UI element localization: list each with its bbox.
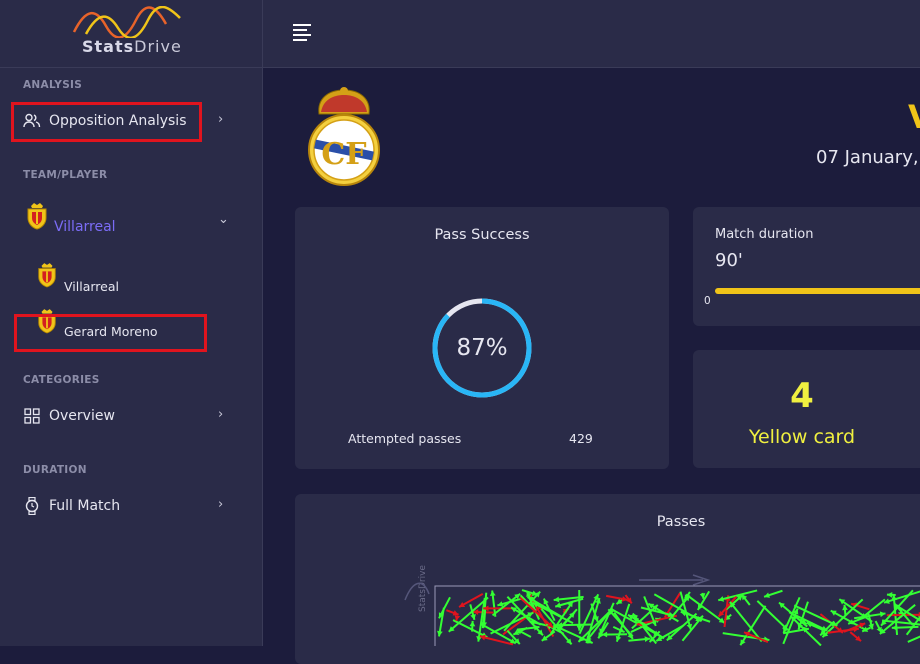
yellow-card-count: 4 [693, 376, 911, 416]
match-duration-bar [715, 288, 920, 294]
highlight-box-player [14, 314, 207, 352]
pass-map [403, 570, 920, 646]
section-categories: CATEGORIES [23, 374, 100, 386]
chevron-right-icon[interactable]: › [218, 497, 223, 512]
pass-success-card: Pass Success 87% Attempted passes 429 [295, 207, 669, 469]
sub-item-villarreal[interactable]: Villarreal [64, 279, 119, 294]
real-madrid-crest-icon: CF [305, 86, 383, 188]
attack-direction-arrow [639, 575, 708, 585]
match-duration-bar-fill [715, 288, 920, 294]
chevron-down-icon[interactable]: ⌄ [218, 212, 229, 227]
match-duration-title: Match duration [715, 227, 814, 242]
brand-name: StatsDrive [82, 37, 182, 56]
page-title: V [908, 98, 920, 136]
pass-success-title: Pass Success [295, 227, 669, 243]
nav-overview-label: Overview [49, 408, 115, 424]
pass-arrowhead [469, 621, 475, 626]
topbar [263, 0, 920, 68]
grid-icon [23, 407, 41, 425]
pass-success-percent: 87% [431, 335, 533, 361]
brand-logo[interactable]: StatsDrive [0, 0, 262, 68]
highlight-box-opposition [11, 102, 202, 142]
section-analysis: ANALYSIS [23, 79, 82, 91]
successful-pass-arrow [491, 613, 534, 634]
sidebar: StatsDrive ANALYSIS Opposition Analysis … [0, 0, 263, 646]
match-duration-start: 0 [704, 295, 711, 307]
attempted-passes-label: Attempted passes [348, 431, 461, 446]
watch-icon [23, 497, 41, 515]
match-duration-value: 90' [715, 250, 743, 271]
chevron-right-icon[interactable]: › [218, 407, 223, 422]
yellow-card-card: 4 Yellow card [693, 350, 920, 468]
pass-arrowhead [887, 592, 892, 598]
logo-wave-icon [72, 6, 182, 38]
passes-title: Passes [295, 514, 920, 530]
menu-icon[interactable] [293, 24, 311, 44]
successful-pass-arrow [617, 604, 629, 642]
nav-team-villarreal[interactable]: Villarreal [54, 215, 116, 239]
successful-pass-arrow [884, 591, 920, 603]
pitch-logo-mark [405, 583, 429, 600]
nav-full-match[interactable]: Full Match [23, 494, 120, 518]
attempted-passes-value: 429 [569, 431, 593, 446]
match-date: 07 January, [816, 147, 919, 168]
villarreal-crest-icon [25, 202, 49, 230]
yellow-card-label: Yellow card [693, 426, 911, 448]
villarreal-crest-icon-sub [36, 262, 58, 288]
successful-pass-arrow [493, 594, 521, 616]
pass-arrowhead [554, 597, 560, 603]
passes-card: Passes StatsDrive [295, 494, 920, 664]
pitch-outline [435, 586, 920, 646]
section-duration: DURATION [23, 464, 87, 476]
chevron-right-icon[interactable]: › [218, 112, 223, 127]
match-duration-card: Match duration 90' 0 [693, 207, 920, 326]
successful-pass-arrow [908, 632, 920, 642]
svg-text:CF: CF [321, 137, 366, 172]
section-team-player: TEAM/PLAYER [23, 169, 107, 181]
nav-overview[interactable]: Overview [23, 404, 115, 428]
nav-full-match-label: Full Match [49, 498, 120, 514]
